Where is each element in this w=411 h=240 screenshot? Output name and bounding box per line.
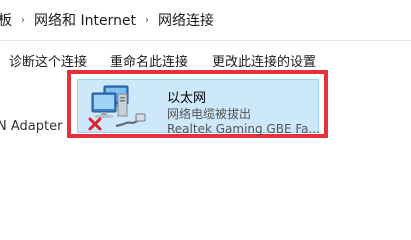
adapter-status: 网络电缆被拔出 (167, 107, 252, 121)
change-connection-settings-button[interactable]: 更改此连接的设置 (212, 51, 316, 70)
ethernet-adapter-item[interactable]: 以太网 网络电缆被拔出 Realtek Gaming GBE Fa... (77, 79, 320, 136)
breadcrumb-item-network-connections[interactable]: 网络连接 (158, 10, 214, 30)
adapter-description-partial: N Adapter (0, 119, 63, 134)
diagnose-connection-button[interactable]: 诊断这个连接 (9, 51, 87, 70)
adapter-name: 以太网 (167, 91, 207, 106)
breadcrumb: 板 › 网络和 Internet › 网络连接 (0, 0, 411, 41)
rename-connection-button[interactable]: 重命名此连接 (110, 51, 188, 70)
breadcrumb-separator-icon: › (21, 14, 25, 26)
breadcrumb-item-network-internet[interactable]: 网络和 Internet (34, 10, 136, 30)
breadcrumb-separator-icon: › (145, 14, 150, 26)
red-x-icon (88, 117, 102, 131)
breadcrumb-item-control-panel[interactable]: 板 (0, 10, 12, 30)
adapter-device-name: Realtek Gaming GBE Fa... (167, 122, 320, 136)
highlight-annotation: 以太网 网络电缆被拔出 Realtek Gaming GBE Fa... (67, 70, 328, 138)
